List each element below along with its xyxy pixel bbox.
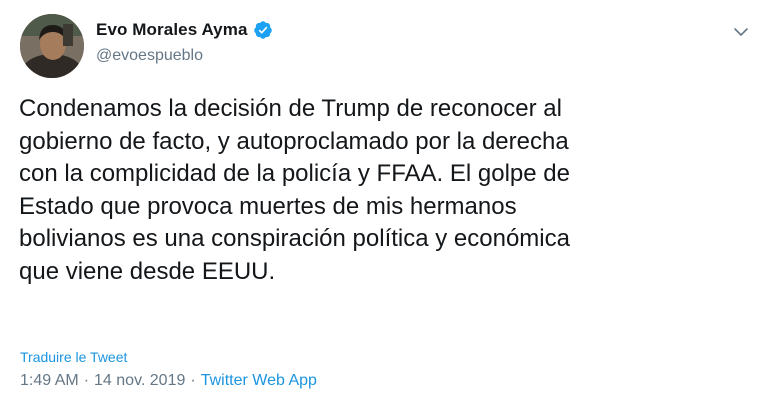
tweet-source-link[interactable]: Twitter Web App xyxy=(201,372,317,389)
verified-badge-icon xyxy=(253,20,273,40)
avatar-photo xyxy=(20,14,84,78)
tweet-date[interactable]: 14 nov. 2019 xyxy=(94,372,185,389)
tweet-line: con la complicidad de la policía y FFAA.… xyxy=(19,160,570,187)
meta-separator: · xyxy=(83,372,90,389)
author-name-row: Evo Morales Ayma xyxy=(96,20,273,40)
tweet-text: Condenamos la decisión de Trump de recon… xyxy=(19,93,719,288)
tweet-metadata: 1:49 AM · 14 nov. 2019 · Twitter Web App xyxy=(20,372,317,390)
tweet-line: gobierno de facto, y autoproclamado por … xyxy=(19,127,569,155)
tweet-line: Estado que provoca muertes de mis herman… xyxy=(19,192,517,220)
tweet-line: bolivianos es una conspiración política … xyxy=(19,225,570,252)
chevron-down-icon[interactable] xyxy=(730,21,752,43)
author-handle[interactable]: @evoespueblo xyxy=(96,47,203,65)
display-name[interactable]: Evo Morales Ayma xyxy=(96,20,248,40)
avatar[interactable] xyxy=(20,14,84,78)
meta-separator: · xyxy=(190,372,196,389)
tweet-line: que viene desde EEUU. xyxy=(19,257,276,285)
tweet-line: Condenamos la decisión de Trump de recon… xyxy=(19,95,562,122)
translate-tweet-link[interactable]: Traduire le Tweet xyxy=(20,349,127,365)
tweet-time[interactable]: 1:49 AM xyxy=(20,372,79,389)
